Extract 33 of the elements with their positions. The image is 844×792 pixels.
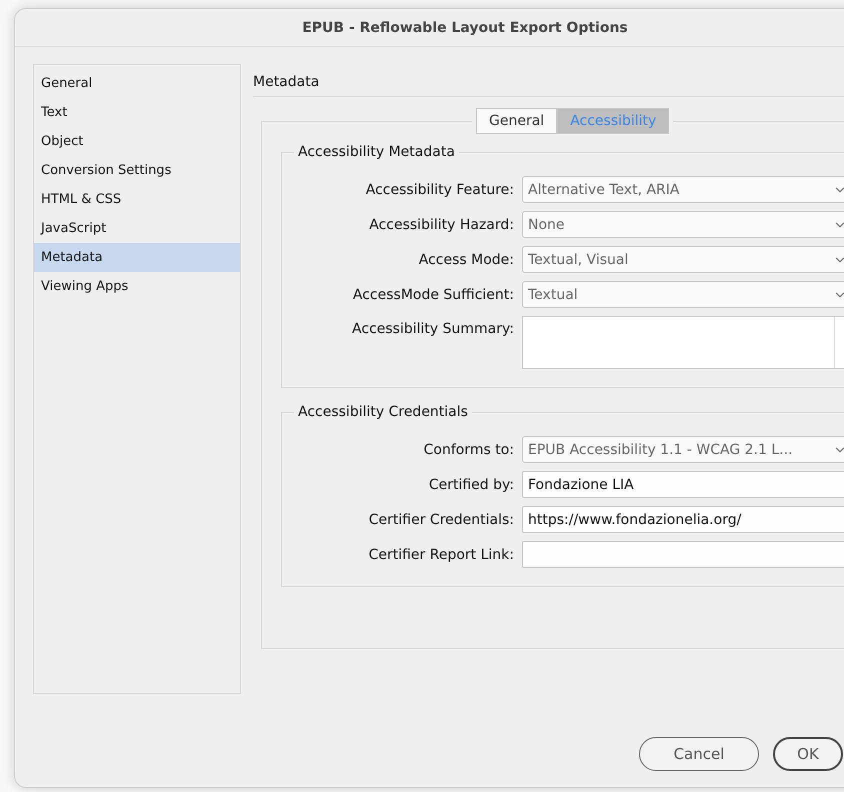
- field-label: Conforms to:: [422, 442, 514, 458]
- field-label: Access Mode:: [418, 252, 514, 268]
- dropdown[interactable]: Alternative Text, ARIA: [522, 176, 844, 203]
- tab[interactable]: General: [476, 108, 558, 134]
- text-field[interactable]: Fondazione LIA: [522, 471, 844, 498]
- section-heading: Metadata: [253, 64, 844, 97]
- sidebar-item[interactable]: Metadata: [34, 243, 240, 272]
- field-label: Accessibility Hazard:: [368, 216, 514, 232]
- sidebar-item[interactable]: General: [34, 69, 240, 98]
- group-title: Accessibility Credentials: [297, 404, 469, 420]
- sidebar-item[interactable]: HTML & CSS: [34, 185, 240, 214]
- field-label: Certifier Credentials:: [368, 512, 514, 528]
- field-label: Accessibility Summary:: [351, 320, 514, 337]
- text-field[interactable]: https://www.fondazionelia.org/: [522, 506, 844, 533]
- field-label: Certifier Report Link:: [368, 546, 514, 562]
- ok-button[interactable]: OK: [773, 737, 843, 771]
- group-title: Accessibility Metadata: [297, 144, 456, 160]
- sidebar-item[interactable]: Text: [34, 98, 240, 127]
- window-title: EPUB - Reflowable Layout Export Options: [302, 20, 628, 36]
- field-label: Certified by:: [428, 476, 514, 492]
- sidebar-item[interactable]: Viewing Apps: [34, 272, 240, 301]
- field-label: AccessMode Sufficient:: [352, 286, 514, 302]
- dropdown[interactable]: EPUB Accessibility 1.1 - WCAG 2.1 L...: [522, 436, 844, 463]
- text-field[interactable]: [522, 541, 844, 568]
- dropdown[interactable]: Textual: [522, 281, 844, 308]
- field-label: Accessibility Feature:: [364, 182, 514, 198]
- dropdown[interactable]: Textual, Visual: [522, 246, 844, 273]
- sidebar-item[interactable]: JavaScript: [34, 214, 240, 243]
- text-area[interactable]: [522, 316, 844, 369]
- sidebar-item[interactable]: Object: [34, 127, 240, 156]
- sidebar-item[interactable]: Conversion Settings: [34, 156, 240, 185]
- dropdown[interactable]: None: [522, 211, 844, 238]
- cancel-button[interactable]: Cancel: [639, 737, 759, 771]
